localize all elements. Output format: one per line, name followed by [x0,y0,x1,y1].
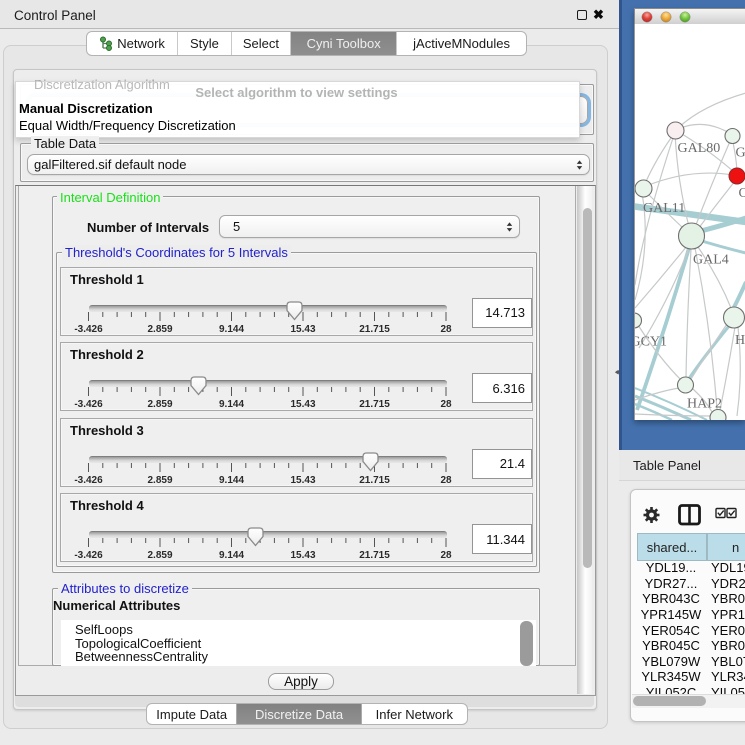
svg-text:H: H [735,333,745,348]
svg-text:GAL4: GAL4 [693,253,729,268]
svg-text:C: C [739,186,745,201]
svg-text:HAP2: HAP2 [687,397,722,412]
svg-text:GAL11: GAL11 [643,201,685,216]
svg-text:GAL80: GAL80 [678,141,721,156]
svg-text:GCY1: GCY1 [635,335,667,350]
svg-text:G.: G. [736,146,745,161]
